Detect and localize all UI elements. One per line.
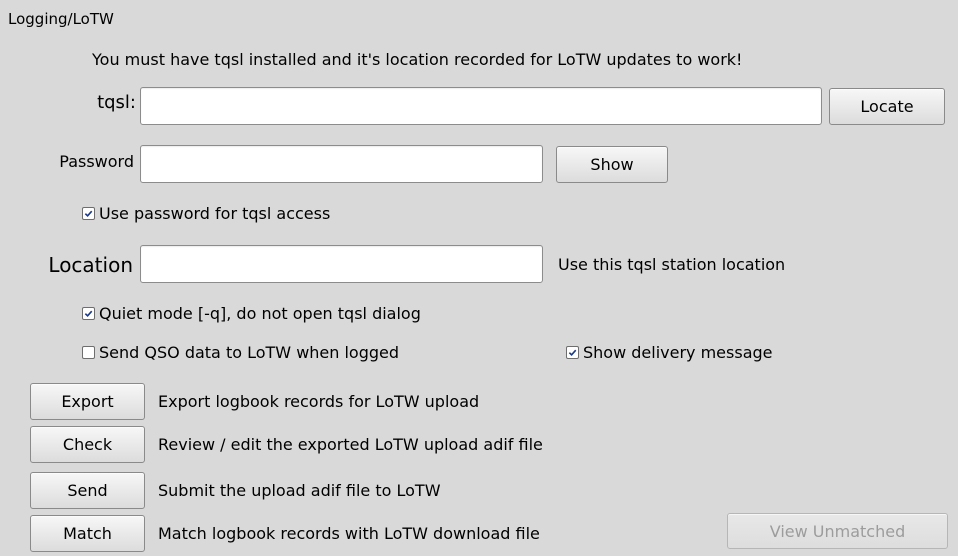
use-password-checkbox[interactable]: Use password for tqsl access bbox=[82, 204, 330, 223]
checkmark-icon bbox=[568, 349, 577, 357]
logging-lotw-panel: Logging/LoTW You must have tqsl installe… bbox=[0, 0, 958, 556]
send-description: Submit the upload adif file to LoTW bbox=[158, 481, 441, 500]
group-title: Logging/LoTW bbox=[8, 10, 114, 28]
send-qso-label: Send QSO data to LoTW when logged bbox=[99, 343, 400, 362]
location-hint: Use this tqsl station location bbox=[558, 255, 786, 274]
location-input[interactable] bbox=[140, 245, 543, 283]
quiet-mode-label: Quiet mode [-q], do not open tqsl dialog bbox=[99, 304, 421, 323]
location-label: Location bbox=[48, 253, 133, 277]
show-delivery-label: Show delivery message bbox=[583, 343, 773, 362]
tqsl-path-input[interactable] bbox=[140, 87, 822, 125]
check-button[interactable]: Check bbox=[30, 426, 145, 463]
quiet-mode-checkbox[interactable]: Quiet mode [-q], do not open tqsl dialog bbox=[82, 304, 421, 323]
quiet-mode-box[interactable] bbox=[82, 307, 95, 320]
checkmark-icon bbox=[84, 210, 93, 218]
show-delivery-checkbox[interactable]: Show delivery message bbox=[566, 343, 773, 362]
tqsl-notice: You must have tqsl installed and it's lo… bbox=[92, 50, 743, 69]
view-unmatched-button[interactable]: View Unmatched bbox=[727, 513, 948, 549]
password-input[interactable] bbox=[140, 145, 543, 183]
tqsl-label: tqsl: bbox=[97, 92, 136, 113]
use-password-box[interactable] bbox=[82, 207, 95, 220]
password-label: Password bbox=[59, 152, 134, 171]
locate-button[interactable]: Locate bbox=[829, 88, 945, 125]
send-qso-box[interactable] bbox=[82, 346, 95, 359]
checkmark-icon bbox=[84, 310, 93, 318]
show-password-button[interactable]: Show bbox=[556, 146, 668, 183]
show-delivery-box[interactable] bbox=[566, 346, 579, 359]
match-description: Match logbook records with LoTW download… bbox=[158, 524, 540, 543]
send-button[interactable]: Send bbox=[30, 472, 145, 509]
export-description: Export logbook records for LoTW upload bbox=[158, 392, 480, 411]
export-button[interactable]: Export bbox=[30, 383, 145, 420]
match-button[interactable]: Match bbox=[30, 515, 145, 552]
check-description: Review / edit the exported LoTW upload a… bbox=[158, 435, 543, 454]
send-qso-checkbox[interactable]: Send QSO data to LoTW when logged bbox=[82, 343, 399, 362]
use-password-label: Use password for tqsl access bbox=[99, 204, 331, 223]
